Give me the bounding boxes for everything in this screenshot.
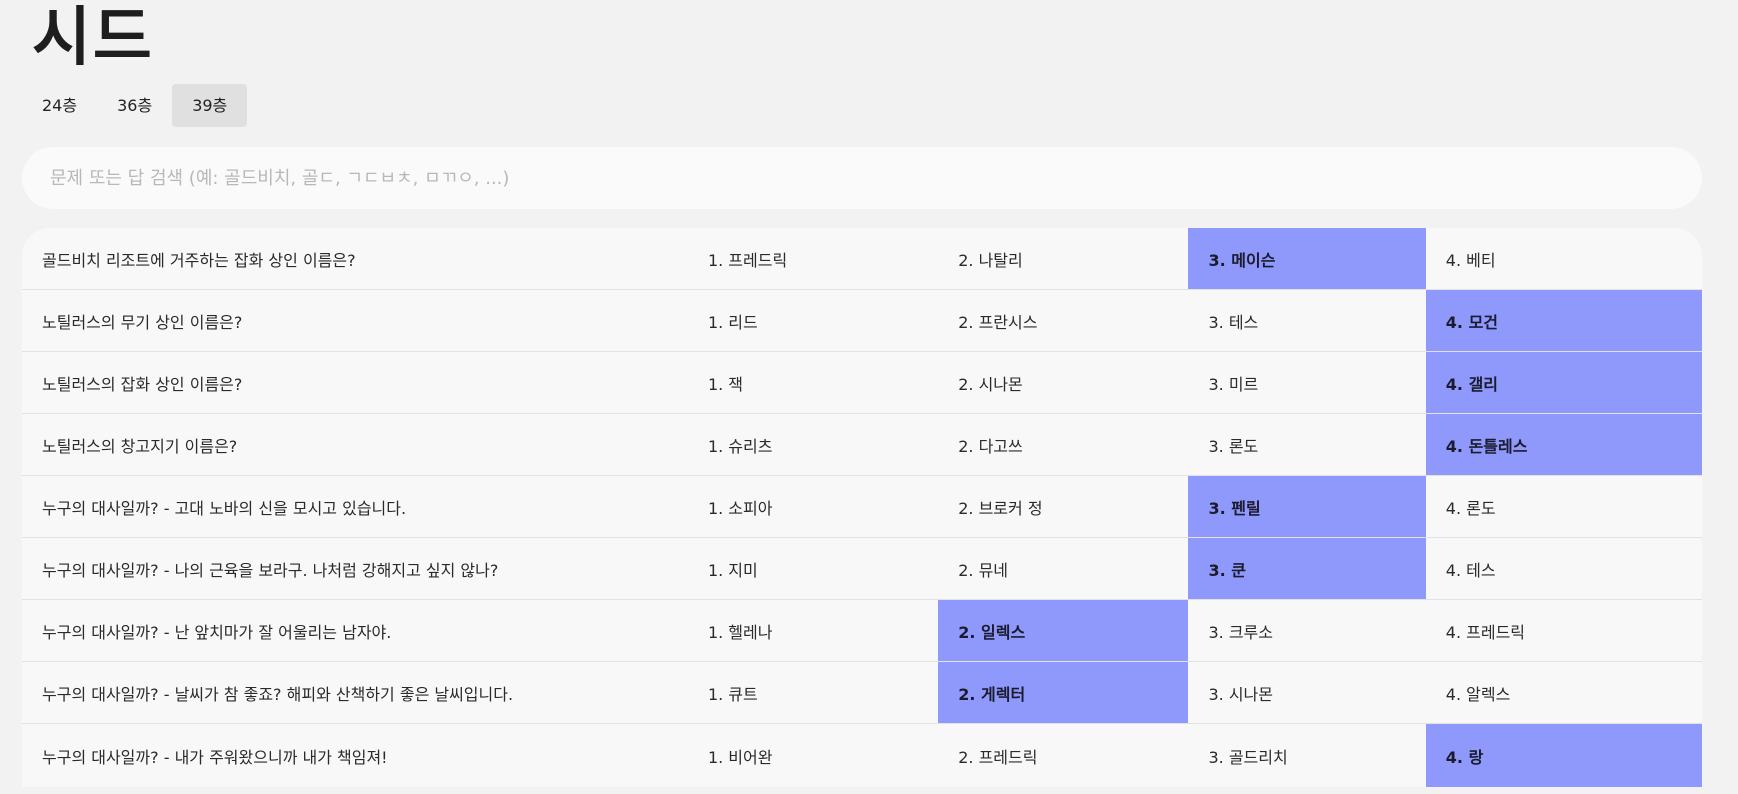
option-1: 1. 프레드릭	[707, 250, 788, 270]
question-text: 누구의 대사일까? - 난 앞치마가 잘 어울리는 남자야.	[42, 622, 392, 642]
search-input[interactable]	[48, 166, 1676, 190]
table-row: 누구의 대사일까? - 내가 주워왔으니까 내가 책임져! 1. 비어완 2. …	[22, 724, 1702, 787]
option-3-correct: 3. 펜릴	[1188, 476, 1426, 537]
table-row: 누구의 대사일까? - 나의 근육을 보라구. 나처럼 강해지고 싶지 않나? …	[22, 538, 1702, 600]
option-4-correct: 4. 모건	[1425, 290, 1702, 351]
option-1: 1. 헬레나	[707, 622, 773, 642]
option-3: 3. 테스	[1208, 312, 1259, 332]
option-4: 4. 론도	[1445, 498, 1496, 518]
option-1: 1. 큐트	[707, 684, 758, 704]
question-text: 골드비치 리조트에 거주하는 잡화 상인 이름은?	[42, 250, 356, 270]
option-1: 1. 잭	[707, 374, 744, 394]
option-4: 4. 프레드릭	[1445, 622, 1526, 642]
question-text: 누구의 대사일까? - 고대 노바의 신을 모시고 있습니다.	[42, 498, 407, 518]
question-text: 누구의 대사일까? - 나의 근육을 보라구. 나처럼 강해지고 싶지 않나?	[42, 560, 499, 580]
page-title: 시드	[32, 1, 154, 75]
option-4: 4. 베티	[1445, 250, 1496, 270]
option-2: 2. 프란시스	[958, 312, 1038, 332]
tab-36f[interactable]: 36층	[97, 84, 172, 127]
option-3: 3. 론도	[1208, 436, 1259, 456]
option-4-correct: 4. 랑	[1425, 724, 1702, 787]
question-table: 골드비치 리조트에 거주하는 잡화 상인 이름은? 1. 프레드릭 2. 나탈리…	[22, 228, 1702, 787]
floor-tabs: 24층 36층 39층	[22, 84, 248, 127]
question-text: 노틸러스의 무기 상인 이름은?	[42, 312, 243, 332]
option-2: 2. 다고쓰	[958, 436, 1023, 456]
table-row: 노틸러스의 잡화 상인 이름은? 1. 잭 2. 시나몬 3. 미르 4. 갤리	[22, 352, 1702, 414]
question-text: 누구의 대사일까? - 날씨가 참 좋죠? 해피와 산책하기 좋은 날씨입니다.	[42, 684, 514, 704]
table-row: 누구의 대사일까? - 날씨가 참 좋죠? 해피와 산책하기 좋은 날씨입니다.…	[22, 662, 1702, 724]
table-row: 노틸러스의 무기 상인 이름은? 1. 리드 2. 프란시스 3. 테스 4. …	[22, 290, 1702, 352]
option-3-correct: 3. 쿤	[1188, 538, 1426, 599]
option-2: 2. 브로커 정	[958, 498, 1043, 518]
option-2: 2. 뮤네	[958, 560, 1009, 580]
option-4-correct: 4. 돈틀레스	[1425, 414, 1702, 475]
option-1: 1. 리드	[707, 312, 758, 332]
option-1: 1. 지미	[707, 560, 758, 580]
option-1: 1. 소피아	[707, 498, 773, 518]
option-4-correct: 4. 갤리	[1425, 352, 1702, 413]
table-row: 누구의 대사일까? - 고대 노바의 신을 모시고 있습니다. 1. 소피아 2…	[22, 476, 1702, 538]
option-2-correct: 2. 게렉터	[938, 662, 1189, 723]
question-text: 노틸러스의 잡화 상인 이름은?	[42, 374, 243, 394]
option-3: 3. 시나몬	[1208, 684, 1273, 704]
option-3-correct: 3. 메이슨	[1188, 228, 1426, 289]
option-3: 3. 골드리치	[1208, 747, 1288, 767]
option-1: 1. 슈리츠	[707, 436, 773, 456]
option-2: 2. 시나몬	[958, 374, 1023, 394]
question-text: 노틸러스의 창고지기 이름은?	[42, 436, 238, 456]
option-3: 3. 크루소	[1208, 622, 1273, 642]
search-box	[22, 147, 1702, 209]
option-4: 4. 알렉스	[1445, 684, 1511, 704]
table-row: 골드비치 리조트에 거주하는 잡화 상인 이름은? 1. 프레드릭 2. 나탈리…	[22, 228, 1702, 290]
option-1: 1. 비어완	[707, 747, 773, 767]
option-2: 2. 나탈리	[958, 250, 1023, 270]
option-2-correct: 2. 일렉스	[938, 600, 1189, 661]
option-4: 4. 테스	[1445, 560, 1496, 580]
question-text: 누구의 대사일까? - 내가 주워왔으니까 내가 책임져!	[42, 747, 388, 767]
table-row: 노틸러스의 창고지기 이름은? 1. 슈리츠 2. 다고쓰 3. 론도 4. 돈…	[22, 414, 1702, 476]
table-row: 누구의 대사일까? - 난 앞치마가 잘 어울리는 남자야. 1. 헬레나 2.…	[22, 600, 1702, 662]
tab-24f[interactable]: 24층	[22, 84, 97, 127]
option-3: 3. 미르	[1208, 374, 1259, 394]
tab-39f[interactable]: 39층	[172, 84, 248, 127]
option-2: 2. 프레드릭	[958, 747, 1038, 767]
